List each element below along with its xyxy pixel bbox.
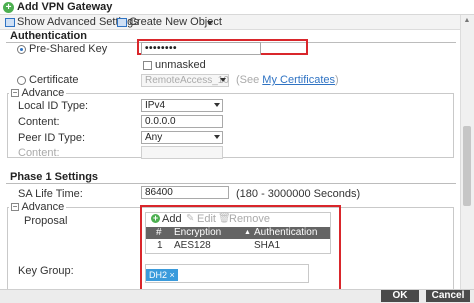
peer-id-type-value: Any: [145, 132, 163, 143]
create-object-icon: [117, 18, 127, 27]
row-encryption: AES128: [174, 240, 211, 251]
peer-id-type-label: Peer ID Type:: [18, 132, 86, 144]
section-divider: [6, 183, 456, 184]
key-group-label: Key Group:: [18, 265, 74, 277]
key-group-tag[interactable]: DH2 ×: [146, 269, 178, 281]
chevron-down-icon: [214, 103, 220, 107]
collapse-icon[interactable]: −: [11, 203, 19, 212]
advance-legend: − Advance: [9, 201, 67, 213]
local-id-type-label: Local ID Type:: [18, 100, 89, 112]
remove-button[interactable]: Remove: [229, 213, 270, 225]
sort-icon: ▲: [244, 229, 251, 236]
sa-life-time-input[interactable]: 86400: [141, 186, 229, 199]
pre-shared-key-label: Pre-Shared Key: [29, 43, 108, 55]
add-button[interactable]: Add: [162, 213, 182, 225]
advance-label: Advance: [21, 201, 65, 213]
chevron-down-icon[interactable]: [207, 21, 213, 25]
peer-content-label: Content:: [18, 147, 60, 159]
certificate-select[interactable]: RemoteAccess_10: [141, 74, 229, 87]
edit-button[interactable]: Edit: [197, 213, 216, 225]
scroll-up-icon[interactable]: ▲: [461, 16, 473, 26]
row-number: 1: [157, 240, 163, 251]
settings-list-icon: [5, 18, 15, 27]
sa-life-time-range: (180 - 3000000 Seconds): [236, 188, 361, 200]
cancel-button[interactable]: Cancel: [426, 290, 470, 302]
column-authentication-header[interactable]: Authentication: [254, 227, 318, 239]
row-authentication: SHA1: [254, 240, 281, 251]
advance-label: Advance: [21, 87, 65, 99]
peer-content-input: [141, 146, 223, 159]
local-id-type-select[interactable]: IPv4: [141, 99, 223, 112]
proposal-label: Proposal: [24, 215, 68, 227]
column-encryption-header[interactable]: Encryption: [174, 227, 222, 239]
local-id-type-value: IPv4: [145, 100, 166, 111]
see-suffix: ): [335, 74, 339, 86]
certificate-select-value: RemoteAccess_10: [145, 75, 229, 86]
unmasked-label: unmasked: [155, 59, 206, 71]
chevron-down-icon: [220, 78, 226, 82]
authentication-section-title: Authentication: [10, 30, 87, 42]
key-group-tag-label: DH2: [149, 270, 168, 280]
sa-life-time-label: SA Life Time:: [18, 188, 83, 200]
pre-shared-key-input[interactable]: ••••••••: [141, 42, 261, 55]
content-label: Content:: [18, 116, 60, 128]
edit-icon: ✎: [186, 213, 195, 224]
ok-button[interactable]: OK: [381, 290, 419, 302]
peer-id-type-select[interactable]: Any: [141, 131, 223, 144]
certificate-radio[interactable]: [17, 76, 26, 85]
certificate-label: Certificate: [29, 74, 79, 86]
advance-legend: − Advance: [9, 87, 67, 99]
pre-shared-key-radio[interactable]: [17, 45, 26, 54]
column-number-header[interactable]: #: [156, 227, 162, 239]
chevron-down-icon: [214, 135, 220, 139]
see-prefix: (See: [236, 74, 263, 86]
my-certificates-link[interactable]: My Certificates: [262, 74, 335, 86]
see-certificates-note: (See My Certificates): [236, 74, 339, 86]
collapse-icon[interactable]: −: [11, 89, 19, 98]
add-icon: +: [3, 2, 14, 13]
unmasked-checkbox[interactable]: [143, 61, 152, 70]
phase1-section-title: Phase 1 Settings: [10, 171, 99, 183]
remove-tag-icon[interactable]: ×: [170, 270, 175, 280]
scrollbar-thumb[interactable]: [463, 126, 471, 206]
window-title: Add VPN Gateway: [17, 1, 113, 13]
add-icon: +: [151, 213, 160, 223]
local-content-input[interactable]: 0.0.0.0: [141, 115, 223, 128]
